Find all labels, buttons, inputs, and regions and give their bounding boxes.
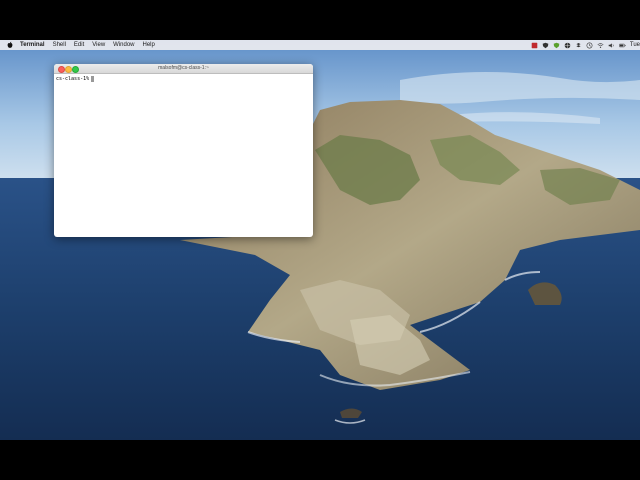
terminal-content[interactable]: cs-class-1% [54,74,313,84]
menu-window[interactable]: Window [113,42,134,48]
wifi-icon[interactable] [597,42,604,49]
menu-clock[interactable]: Tue [630,42,640,48]
window-title: malsofm@cs-class-1:~ [158,65,209,71]
menu-help[interactable]: Help [143,42,155,48]
time-machine-icon[interactable] [586,42,593,49]
menu-bar: Terminal Shell Edit View Window Help Tue [0,40,640,50]
screen: Terminal Shell Edit View Window Help Tue… [0,40,640,440]
menu-edit[interactable]: Edit [74,42,84,48]
shield-status-icon[interactable] [542,42,549,49]
menu-app-name[interactable]: Terminal [20,42,45,48]
status-area: Tue [531,40,640,50]
dropbox-status-icon[interactable] [575,42,582,49]
apple-menu-icon[interactable] [6,41,14,49]
terminal-window[interactable]: malsofm@cs-class-1:~ cs-class-1% [54,64,313,237]
globe-status-icon[interactable] [564,42,571,49]
record-status-icon[interactable] [531,42,538,49]
shell-prompt: cs-class-1% [56,76,90,82]
volume-icon[interactable] [608,42,615,49]
text-cursor [91,76,95,82]
vpn-shield-icon[interactable] [553,42,560,49]
menu-shell[interactable]: Shell [53,42,66,48]
menu-view[interactable]: View [92,42,105,48]
battery-icon[interactable] [618,42,626,49]
window-titlebar[interactable]: malsofm@cs-class-1:~ [54,64,313,74]
